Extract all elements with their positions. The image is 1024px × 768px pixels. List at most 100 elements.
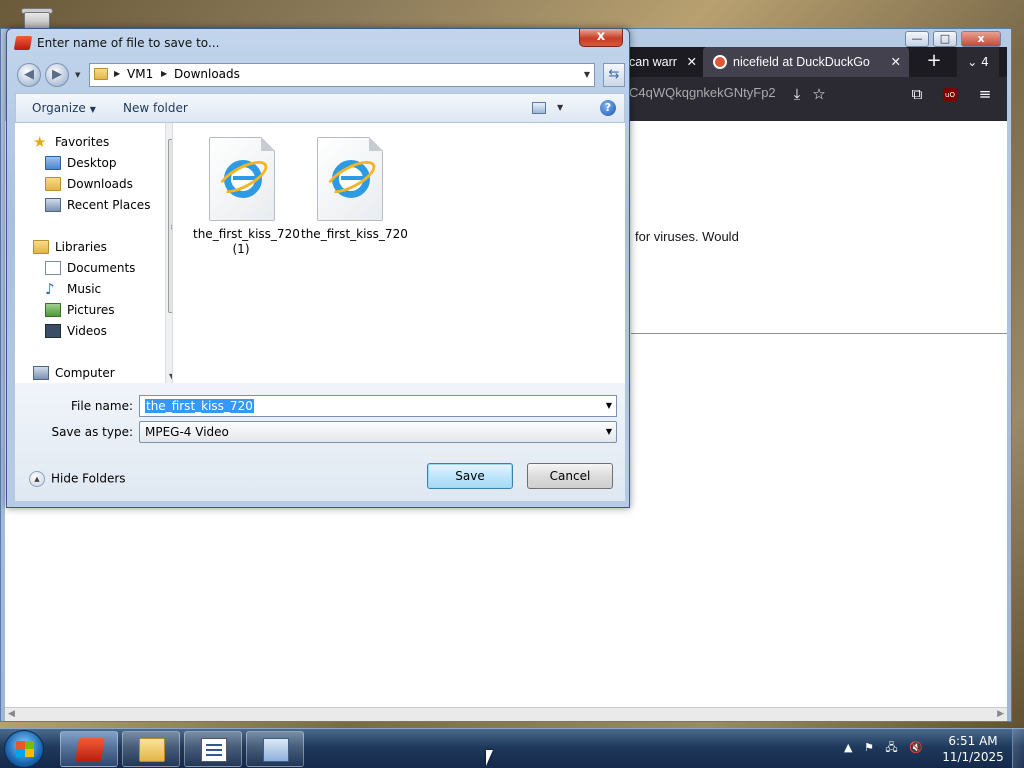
- taskbar-app-document[interactable]: [246, 731, 304, 767]
- extensions-icon[interactable]: ⧉: [907, 84, 927, 104]
- nav-scrollbar[interactable]: ≡ ▼: [165, 123, 172, 383]
- action-center-flag-icon[interactable]: ⚑: [864, 741, 874, 754]
- nav-bar: C4qWQkqgnkekGNtyFp2 ⤓ ☆ ⧉ uO ≡: [621, 77, 1007, 121]
- breadcrumb-vm1[interactable]: VM1: [127, 67, 153, 81]
- nav-label: Videos: [67, 324, 107, 338]
- hide-folders-toggle[interactable]: ▲ Hide Folders: [29, 471, 126, 487]
- mouse-cursor-icon: [486, 750, 493, 766]
- view-options-icon[interactable]: [532, 102, 546, 114]
- organize-button[interactable]: Organize ▼: [32, 101, 96, 115]
- file-name: the_first_kiss_720: [301, 227, 408, 242]
- file-name-label: File name:: [71, 399, 133, 413]
- save-button[interactable]: Save: [427, 463, 513, 489]
- minimize-button[interactable]: —: [905, 31, 929, 47]
- breadcrumb-downloads[interactable]: Downloads: [174, 67, 240, 81]
- address-row: ◀ ▶ ▼ ▶ VM1 ▶ Downloads ▼ ⇆: [15, 61, 625, 89]
- tab-list-button[interactable]: ⌄ 4: [957, 47, 999, 77]
- tab-inactive[interactable]: can warr ✕: [621, 47, 701, 77]
- divider: [631, 333, 1007, 334]
- view-dropdown-icon[interactable]: ▼: [557, 103, 563, 112]
- nav-label: Downloads: [67, 177, 133, 191]
- scroll-right-icon[interactable]: ▶: [997, 709, 1004, 719]
- nav-label: Libraries: [55, 240, 107, 254]
- file-name-value[interactable]: the_first_kiss_720: [145, 399, 254, 413]
- address-bar[interactable]: ▶ VM1 ▶ Downloads ▼: [89, 63, 595, 87]
- page-text: for viruses. Would: [635, 229, 739, 244]
- computer-icon: [33, 366, 49, 380]
- back-button[interactable]: ◀: [17, 63, 41, 87]
- chevron-down-icon[interactable]: ▼: [606, 401, 612, 410]
- save-as-type-label: Save as type:: [51, 425, 133, 439]
- libraries-icon: [33, 240, 49, 254]
- taskbar: ▲ ⚑ 🖧 🔇 6:51 AM 11/1/2025: [0, 728, 1024, 768]
- recent-places-icon: [45, 198, 61, 212]
- network-icon[interactable]: 🖧: [885, 739, 897, 758]
- show-hidden-icons[interactable]: ▲: [844, 741, 852, 754]
- volume-muted-icon[interactable]: 🔇: [909, 741, 923, 754]
- file-item[interactable]: the_first_kiss_720: [301, 135, 408, 265]
- scroll-left-icon[interactable]: ◀: [8, 709, 15, 719]
- new-folder-button[interactable]: New folder: [123, 101, 188, 115]
- close-icon[interactable]: ✕: [687, 47, 697, 77]
- dialog-close-button[interactable]: x: [579, 29, 623, 47]
- page-corner: [369, 137, 383, 151]
- breadcrumb-chevron-icon[interactable]: ▶: [114, 69, 120, 78]
- tab-title: nicefield at DuckDuckGo: [733, 55, 870, 69]
- nav-label: Favorites: [55, 135, 110, 149]
- download-icon[interactable]: ⤓: [787, 84, 807, 104]
- file-item[interactable]: the_first_kiss_720 (1): [193, 135, 300, 265]
- pictures-icon: [45, 303, 61, 317]
- chevron-down-icon[interactable]: ▼: [606, 427, 612, 436]
- duckduckgo-icon: [713, 55, 727, 69]
- breadcrumb-chevron-icon[interactable]: ▶: [161, 69, 167, 78]
- file-page-icon: [209, 137, 275, 221]
- browser-app-icon: [74, 738, 106, 762]
- file-name-line: the_first_kiss_720: [301, 227, 408, 241]
- taskbar-app-list[interactable]: [184, 731, 242, 767]
- tab-title: can warr: [629, 55, 677, 69]
- file-name-input[interactable]: the_first_kiss_720 ▼: [139, 395, 617, 417]
- address-dropdown-icon[interactable]: ▼: [584, 70, 590, 79]
- nav-label: Recent Places: [67, 198, 151, 212]
- close-button[interactable]: x: [961, 31, 1001, 47]
- taskbar-explorer[interactable]: [122, 731, 180, 767]
- taskbar-firefox[interactable]: [60, 731, 118, 767]
- desktop-icon: [45, 156, 61, 170]
- new-tab-button[interactable]: +: [921, 47, 947, 77]
- folder-icon: [139, 738, 165, 762]
- cancel-button[interactable]: Cancel: [527, 463, 613, 489]
- page-corner: [261, 137, 275, 151]
- folder-icon: [94, 68, 108, 80]
- help-icon[interactable]: ?: [600, 100, 616, 116]
- file-name-line: the_first_kiss_720: [193, 227, 300, 241]
- ublock-icon[interactable]: uO: [943, 88, 957, 102]
- menu-icon[interactable]: ≡: [975, 84, 995, 104]
- navigation-pane: ★ Favorites Desktop Downloads Recent Pla…: [15, 123, 173, 383]
- forward-button[interactable]: ▶: [45, 63, 69, 87]
- clock-date: 11/1/2025: [942, 750, 1004, 764]
- show-desktop-button[interactable]: [1012, 729, 1024, 768]
- file-list: the_first_kiss_720 (1) the_first_kiss_72…: [173, 123, 625, 383]
- bookmark-star-icon[interactable]: ☆: [809, 84, 829, 104]
- file-page-icon: [317, 137, 383, 221]
- refresh-button[interactable]: ⇆: [603, 63, 625, 87]
- save-file-dialog: Enter name of file to save to... x ◀ ▶ ▼…: [6, 28, 630, 508]
- save-options-panel: File name: the_first_kiss_720 ▼ Save as …: [15, 383, 625, 501]
- organize-label: Organize: [32, 101, 86, 115]
- tab-active[interactable]: nicefield at DuckDuckGo ✕: [703, 47, 909, 77]
- nav-label: Documents: [67, 261, 136, 275]
- save-as-type-select[interactable]: MPEG-4 Video ▼: [139, 421, 617, 443]
- star-icon: ★: [33, 133, 47, 151]
- downloads-folder-icon: [45, 177, 61, 191]
- recent-pages-dropdown[interactable]: ▼: [75, 71, 80, 79]
- close-icon[interactable]: ✕: [891, 47, 901, 77]
- clock[interactable]: 6:51 AM 11/1/2025: [940, 733, 1006, 765]
- videos-icon: [45, 324, 61, 338]
- horizontal-scrollbar[interactable]: ◀ ▶: [5, 707, 1007, 721]
- chevron-up-icon: ▲: [29, 471, 45, 487]
- url-bar[interactable]: C4qWQkqgnkekGNtyFp2: [629, 85, 785, 100]
- list-app-icon: [201, 738, 227, 762]
- maximize-button[interactable]: □: [933, 31, 957, 47]
- nav-label: Desktop: [67, 156, 117, 170]
- start-button[interactable]: [4, 730, 44, 768]
